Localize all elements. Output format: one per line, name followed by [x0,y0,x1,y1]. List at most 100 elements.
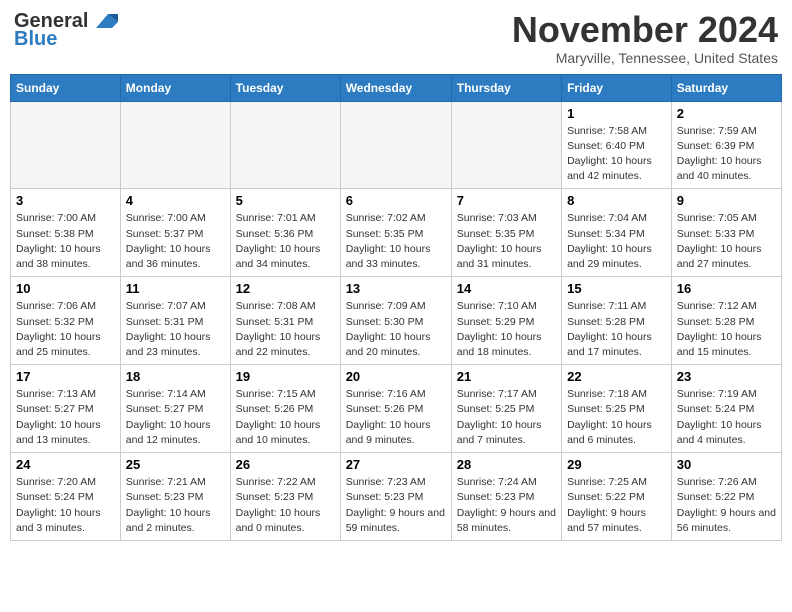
day-number: 24 [16,457,115,472]
day-number: 11 [126,281,225,296]
day-number: 22 [567,369,666,384]
page-header: General Blue November 2024 Maryville, Te… [10,10,782,66]
location-subtitle: Maryville, Tennessee, United States [512,50,778,66]
calendar-header: SundayMondayTuesdayWednesdayThursdayFrid… [11,74,782,101]
day-cell: 20 Sunrise: 7:16 AM Sunset: 5:26 PM Dayli… [340,365,451,453]
day-cell [11,101,121,189]
day-number: 14 [457,281,556,296]
day-info: Sunrise: 7:14 AM Sunset: 5:27 PM Dayligh… [126,387,225,448]
day-number: 7 [457,193,556,208]
day-number: 5 [236,193,335,208]
day-number: 15 [567,281,666,296]
weekday-header-thursday: Thursday [451,74,561,101]
day-cell: 6Sunrise: 7:02 AM Sunset: 5:35 PM Daylig… [340,189,451,277]
day-cell: 4Sunrise: 7:00 AM Sunset: 5:37 PM Daylig… [120,189,230,277]
day-cell: 15 Sunrise: 7:11 AM Sunset: 5:28 PM Dayli… [562,277,672,365]
day-info: Sunrise: 7:26 AM Sunset: 5:22 PM Dayligh… [677,475,776,536]
day-info: Sunrise: 7:17 AM Sunset: 5:25 PM Dayligh… [457,387,556,448]
day-number: 4 [126,193,225,208]
day-cell: 18 Sunrise: 7:14 AM Sunset: 5:27 PM Dayli… [120,365,230,453]
day-cell: 1 Sunrise: 7:58 AM Sunset: 6:40 PM Daylig… [562,101,672,189]
day-info: Sunrise: 7:05 AM Sunset: 5:33 PM Dayligh… [677,211,776,272]
month-title: November 2024 [512,10,778,50]
day-info: Sunrise: 7:01 AM Sunset: 5:36 PM Dayligh… [236,211,335,272]
day-number: 18 [126,369,225,384]
day-number: 2 [677,106,776,121]
day-info: Sunrise: 7:08 AM Sunset: 5:31 PM Dayligh… [236,299,335,360]
week-row-2: 3 Sunrise: 7:00 AM Sunset: 5:38 PM Daylig… [11,189,782,277]
day-cell: 2 Sunrise: 7:59 AM Sunset: 6:39 PM Daylig… [671,101,781,189]
day-number: 25 [126,457,225,472]
logo-icon [90,10,118,32]
day-info: Sunrise: 7:04 AM Sunset: 5:34 PM Dayligh… [567,211,666,272]
day-cell: 24 Sunrise: 7:20 AM Sunset: 5:24 PM Dayli… [11,453,121,541]
day-info: Sunrise: 7:21 AM Sunset: 5:23 PM Dayligh… [126,475,225,536]
week-row-3: 10Sunrise: 7:06 AM Sunset: 5:32 PM Dayli… [11,277,782,365]
day-cell: 7 Sunrise: 7:03 AM Sunset: 5:35 PM Daylig… [451,189,561,277]
header-row: SundayMondayTuesdayWednesdayThursdayFrid… [11,74,782,101]
day-cell: 13Sunrise: 7:09 AM Sunset: 5:30 PM Dayli… [340,277,451,365]
day-info: Sunrise: 7:24 AM Sunset: 5:23 PM Dayligh… [457,475,556,536]
day-number: 26 [236,457,335,472]
day-number: 3 [16,193,115,208]
day-cell: 9 Sunrise: 7:05 AM Sunset: 5:33 PM Daylig… [671,189,781,277]
day-number: 30 [677,457,776,472]
day-info: Sunrise: 7:12 AM Sunset: 5:28 PM Dayligh… [677,299,776,360]
day-info: Sunrise: 7:00 AM Sunset: 5:38 PM Dayligh… [16,211,115,272]
day-cell: 25 Sunrise: 7:21 AM Sunset: 5:23 PM Dayli… [120,453,230,541]
day-number: 17 [16,369,115,384]
day-number: 20 [346,369,446,384]
day-info: Sunrise: 7:18 AM Sunset: 5:25 PM Dayligh… [567,387,666,448]
day-info: Sunrise: 7:59 AM Sunset: 6:39 PM Dayligh… [677,124,776,185]
day-cell: 5 Sunrise: 7:01 AM Sunset: 5:36 PM Daylig… [230,189,340,277]
day-cell: 17Sunrise: 7:13 AM Sunset: 5:27 PM Dayli… [11,365,121,453]
day-cell: 29Sunrise: 7:25 AM Sunset: 5:22 PM Dayli… [562,453,672,541]
day-cell: 12 Sunrise: 7:08 AM Sunset: 5:31 PM Dayli… [230,277,340,365]
day-cell: 23 Sunrise: 7:19 AM Sunset: 5:24 PM Dayli… [671,365,781,453]
day-info: Sunrise: 7:20 AM Sunset: 5:24 PM Dayligh… [16,475,115,536]
day-cell: 3 Sunrise: 7:00 AM Sunset: 5:38 PM Daylig… [11,189,121,277]
day-cell: 26 Sunrise: 7:22 AM Sunset: 5:23 PM Dayli… [230,453,340,541]
day-number: 9 [677,193,776,208]
day-cell [120,101,230,189]
weekday-header-tuesday: Tuesday [230,74,340,101]
day-info: Sunrise: 7:25 AM Sunset: 5:22 PM Dayligh… [567,475,666,536]
day-number: 27 [346,457,446,472]
title-block: November 2024 Maryville, Tennessee, Unit… [512,10,778,66]
weekday-header-friday: Friday [562,74,672,101]
weekday-header-saturday: Saturday [671,74,781,101]
day-number: 21 [457,369,556,384]
day-cell: 30 Sunrise: 7:26 AM Sunset: 5:22 PM Dayli… [671,453,781,541]
day-cell [230,101,340,189]
day-cell: 10Sunrise: 7:06 AM Sunset: 5:32 PM Dayli… [11,277,121,365]
week-row-5: 24 Sunrise: 7:20 AM Sunset: 5:24 PM Dayli… [11,453,782,541]
week-row-1: 1 Sunrise: 7:58 AM Sunset: 6:40 PM Daylig… [11,101,782,189]
weekday-header-monday: Monday [120,74,230,101]
day-info: Sunrise: 7:11 AM Sunset: 5:28 PM Dayligh… [567,299,666,360]
day-cell: 16 Sunrise: 7:12 AM Sunset: 5:28 PM Dayli… [671,277,781,365]
calendar-table: SundayMondayTuesdayWednesdayThursdayFrid… [10,74,782,541]
day-cell [340,101,451,189]
day-cell [451,101,561,189]
day-info: Sunrise: 7:10 AM Sunset: 5:29 PM Dayligh… [457,299,556,360]
day-cell: 28 Sunrise: 7:24 AM Sunset: 5:23 PM Dayli… [451,453,561,541]
day-info: Sunrise: 7:19 AM Sunset: 5:24 PM Dayligh… [677,387,776,448]
day-number: 6 [346,193,446,208]
day-info: Sunrise: 7:22 AM Sunset: 5:23 PM Dayligh… [236,475,335,536]
day-number: 16 [677,281,776,296]
logo-blue: Blue [14,28,57,51]
day-number: 28 [457,457,556,472]
day-cell: 21 Sunrise: 7:17 AM Sunset: 5:25 PM Dayli… [451,365,561,453]
day-info: Sunrise: 7:06 AM Sunset: 5:32 PM Dayligh… [16,299,115,360]
calendar-body: 1 Sunrise: 7:58 AM Sunset: 6:40 PM Daylig… [11,101,782,540]
day-number: 12 [236,281,335,296]
day-cell: 11 Sunrise: 7:07 AM Sunset: 5:31 PM Dayli… [120,277,230,365]
day-info: Sunrise: 7:03 AM Sunset: 5:35 PM Dayligh… [457,211,556,272]
day-info: Sunrise: 7:15 AM Sunset: 5:26 PM Dayligh… [236,387,335,448]
day-info: Sunrise: 7:16 AM Sunset: 5:26 PM Dayligh… [346,387,446,448]
day-cell: 8Sunrise: 7:04 AM Sunset: 5:34 PM Daylig… [562,189,672,277]
day-number: 23 [677,369,776,384]
day-number: 1 [567,106,666,121]
day-info: Sunrise: 7:07 AM Sunset: 5:31 PM Dayligh… [126,299,225,360]
day-info: Sunrise: 7:58 AM Sunset: 6:40 PM Dayligh… [567,124,666,185]
